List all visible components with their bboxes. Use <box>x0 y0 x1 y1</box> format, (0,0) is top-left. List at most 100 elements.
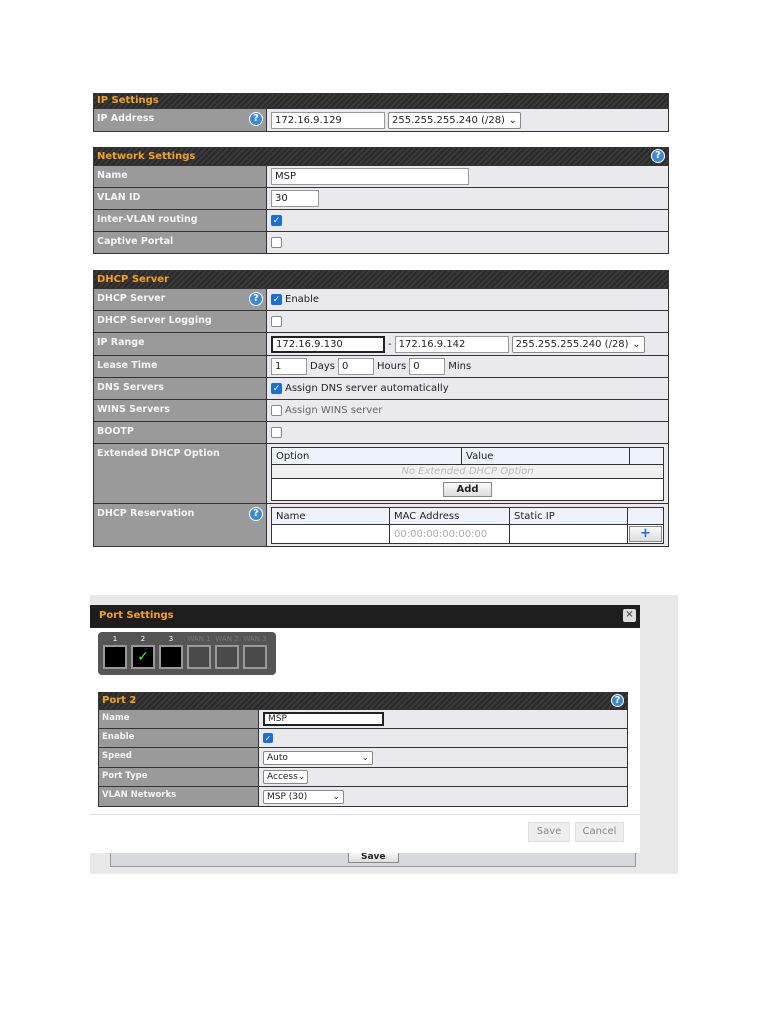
reservation-ip-input[interactable] <box>509 524 628 544</box>
port-settings-dialog: Port Settings × 1 2 ✓ 3 WAN 1 WAN 2 WAN 3 Port… <box>90 605 640 853</box>
section-header: Network Settings? <box>94 148 668 165</box>
dns-auto-checkbox[interactable]: ✓ <box>271 383 282 394</box>
name-label: Name <box>99 710 259 728</box>
help-icon[interactable]: ? <box>651 149 665 163</box>
range-start-input[interactable]: 172.16.9.130 <box>271 335 385 353</box>
chevron-down-icon: ⌄ <box>361 752 369 763</box>
wins-servers-label: WINS Servers <box>94 400 267 421</box>
inter-vlan-label: Inter-VLAN routing <box>94 210 267 231</box>
reservation-table: Name MAC Address Static IP 00:00:00:00:00:… <box>271 507 664 544</box>
ethernet-port-selected-icon: ✓ <box>131 645 155 669</box>
add-reservation-button[interactable]: + <box>629 526 662 542</box>
save-button[interactable]: Save <box>528 822 570 842</box>
port-name-input[interactable]: MSP <box>263 712 384 726</box>
ip-settings-section: IP Settings IP Address? 172.16.9.129 255… <box>93 93 669 132</box>
port-3[interactable]: 3 <box>158 635 184 672</box>
inter-vlan-checkbox[interactable]: ✓ <box>271 215 282 226</box>
vlan-id-label: VLAN ID <box>94 188 267 209</box>
column-header-option: Option <box>271 447 462 465</box>
port-label: WAN 1 <box>187 635 211 643</box>
label-text: DHCP Reservation <box>97 508 195 519</box>
selected-value: MSP (30) <box>267 791 308 802</box>
vlan-networks-select[interactable]: MSP (30) ⌄ <box>263 789 344 804</box>
ip-address-input[interactable]: 172.16.9.129 <box>271 111 385 129</box>
chevron-down-icon: ⌄ <box>297 772 306 782</box>
port-2[interactable]: 2 ✓ <box>130 635 156 672</box>
speed-select[interactable]: Auto ⌄ <box>263 750 373 765</box>
range-mask-select[interactable]: 255.255.255.240 (/28) ⌄ <box>511 335 645 353</box>
column-header-actions <box>627 507 664 525</box>
dhcp-enable-checkbox[interactable]: ✓ <box>271 294 282 305</box>
port-type-select[interactable]: Access ⌄ <box>263 770 308 784</box>
help-icon[interactable]: ? <box>249 112 263 126</box>
selected-value: Access <box>267 772 298 782</box>
lease-days-input[interactable]: 1 <box>271 358 307 375</box>
port-label: 2 <box>140 635 146 643</box>
chevron-down-icon: ⌄ <box>632 338 641 350</box>
footer-divider <box>90 814 640 815</box>
range-end-input[interactable]: 172.16.9.142 <box>394 335 509 353</box>
ethernet-port-icon <box>243 645 267 669</box>
dhcp-server-label: DHCP Server? <box>94 289 267 310</box>
name-input[interactable]: MSP <box>271 168 469 185</box>
dialog-header: Port Settings × <box>90 605 640 628</box>
ethernet-port-icon <box>103 645 127 669</box>
bootp-checkbox[interactable] <box>271 427 282 438</box>
wins-checkbox[interactable] <box>271 405 282 416</box>
range-separator: - <box>388 338 392 350</box>
selected-value: 255.255.255.240 (/28) <box>392 114 505 126</box>
subnet-mask-select[interactable]: 255.255.255.240 (/28) ⌄ <box>388 111 521 129</box>
selected-value: Auto <box>267 752 288 763</box>
extended-dhcp-label: Extended DHCP Option <box>94 444 267 503</box>
port-label: WAN 2 <box>215 635 239 643</box>
dns-servers-label: DNS Servers <box>94 378 267 399</box>
help-icon[interactable]: ? <box>611 694 624 707</box>
port-label: 3 <box>168 635 174 643</box>
port-wan-2: WAN 2 <box>214 635 240 672</box>
port-wan-1: WAN 1 <box>186 635 212 672</box>
network-settings-section: Network Settings? Name MSP VLAN ID 30 Inte… <box>93 147 669 254</box>
chevron-down-icon: ⌄ <box>332 791 340 802</box>
help-icon[interactable]: ? <box>249 507 263 521</box>
port-1[interactable]: 1 <box>102 635 128 672</box>
ethernet-port-icon <box>215 645 239 669</box>
lease-hours-input[interactable]: 0 <box>337 358 374 375</box>
close-icon[interactable]: × <box>623 609 636 622</box>
section-title: IP Settings <box>94 94 668 108</box>
dhcp-reservation-label: DHCP Reservation? <box>94 504 267 546</box>
days-label: Days <box>310 361 335 372</box>
cancel-button[interactable]: Cancel <box>575 822 624 842</box>
captive-portal-checkbox[interactable] <box>271 237 282 248</box>
port-label: 1 <box>112 635 118 643</box>
hours-label: Hours <box>376 361 407 372</box>
name-label: Name <box>94 166 267 187</box>
port-2-section: Port 2? Name MSP Enable ✓ Speed Auto ⌄ Port … <box>98 692 628 807</box>
port-enable-checkbox[interactable]: ✓ <box>263 733 273 743</box>
section-title: Network Settings <box>97 151 196 162</box>
dhcp-logging-label: DHCP Server Logging <box>94 311 267 332</box>
dhcp-server-section: DHCP Server DHCP Server? ✓ Enable DHCP Ser… <box>93 270 669 547</box>
port-selector: 1 2 ✓ 3 WAN 1 WAN 2 WAN 3 <box>98 632 276 675</box>
reservation-mac-input[interactable]: 00:00:00:00:00:00 <box>389 524 510 544</box>
lease-mins-input[interactable]: 0 <box>409 358 446 375</box>
column-header-mac: MAC Address <box>389 507 510 525</box>
column-header-value: Value <box>461 447 630 465</box>
enable-label: Enable <box>285 294 320 305</box>
help-icon[interactable]: ? <box>249 292 263 306</box>
mins-label: Mins <box>448 361 472 372</box>
section-title: Port 2 <box>102 695 137 706</box>
dialog-title: Port Settings <box>99 610 174 621</box>
reservation-name-input[interactable] <box>271 524 390 544</box>
ip-range-label: IP Range <box>94 333 267 355</box>
add-button[interactable]: Add <box>443 482 492 497</box>
port-type-label: Port Type <box>99 768 259 786</box>
ethernet-port-icon <box>187 645 211 669</box>
dhcp-logging-checkbox[interactable] <box>271 316 282 327</box>
dns-auto-label: Assign DNS server automatically <box>285 383 449 394</box>
vlan-id-input[interactable]: 30 <box>271 190 319 207</box>
speed-label: Speed <box>99 748 259 767</box>
port-wan-3: WAN 3 <box>242 635 268 672</box>
chevron-down-icon: ⌄ <box>508 114 517 126</box>
section-title: DHCP Server <box>94 271 668 288</box>
selected-value: 255.255.255.240 (/28) <box>515 338 629 350</box>
